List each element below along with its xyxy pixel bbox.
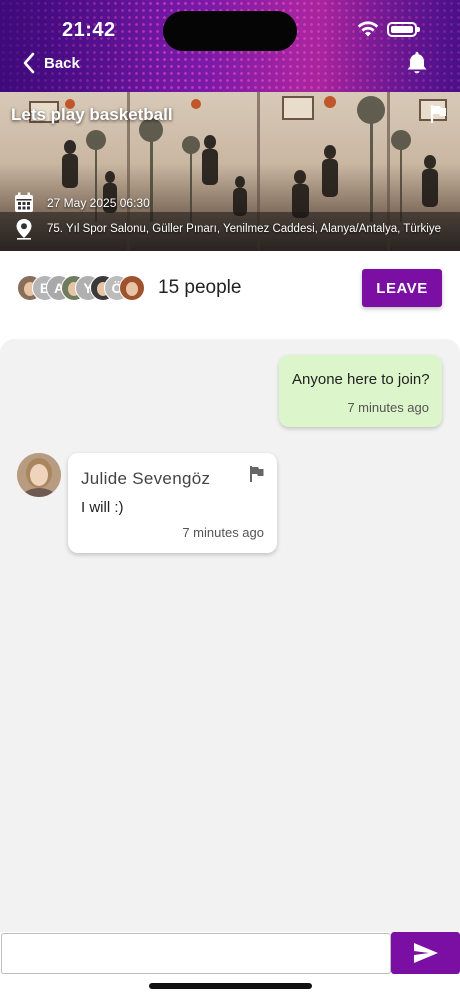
- bell-icon[interactable]: [405, 50, 429, 76]
- back-label: Back: [44, 54, 80, 72]
- leave-button[interactable]: LEAVE: [362, 269, 442, 307]
- message-text: Anyone here to join?: [292, 371, 430, 388]
- dynamic-island: [163, 11, 297, 51]
- event-location: 75. Yıl Spor Salonu, Güller Pınarı, Yeni…: [47, 223, 441, 235]
- battery-icon: [387, 22, 420, 37]
- report-flag-icon[interactable]: [249, 465, 265, 483]
- avatar-photo: [125, 282, 138, 296]
- message-input[interactable]: [1, 933, 391, 974]
- home-indicator: [149, 983, 312, 989]
- message-sender-name: Julide Sevengöz: [81, 469, 211, 488]
- participant-avatars[interactable]: EAYÖ: [17, 275, 149, 303]
- report-flag-icon[interactable]: [430, 104, 448, 124]
- send-icon: [413, 943, 438, 963]
- back-button[interactable]: Back: [22, 51, 80, 75]
- outgoing-message-bubble[interactable]: Anyone here to join? 7 minutes ago: [279, 355, 442, 427]
- status-time: 21:42: [62, 19, 116, 41]
- event-date: 27 May 2025 06:30: [47, 195, 150, 210]
- message-composer: [0, 932, 460, 995]
- sender-photo: [17, 453, 61, 497]
- message-text: I will :): [81, 499, 124, 516]
- message-timestamp: 7 minutes ago: [347, 400, 429, 415]
- participants-row: EAYÖ 15 people LEAVE: [0, 251, 460, 339]
- calendar-icon: [15, 192, 33, 212]
- message-timestamp: 7 minutes ago: [182, 525, 264, 540]
- participant-avatar[interactable]: [118, 275, 145, 301]
- chat-area[interactable]: Anyone here to join? 7 minutes ago Julid…: [0, 339, 460, 932]
- event-date-row: 27 May 2025 06:30: [14, 192, 150, 213]
- chevron-left-icon: [23, 52, 35, 74]
- send-button[interactable]: [391, 932, 460, 974]
- event-location-row[interactable]: 75. Yıl Spor Salonu, Güller Pınarı, Yeni…: [14, 218, 441, 240]
- participant-count[interactable]: 15 people: [158, 277, 241, 299]
- wifi-icon: [357, 21, 379, 37]
- top-app-bar: 21:42 Back: [0, 0, 460, 92]
- incoming-message-bubble[interactable]: Julide Sevengöz I will :) 7 minutes ago: [68, 453, 277, 553]
- event-title: Lets play basketball: [11, 105, 173, 124]
- sender-avatar[interactable]: [17, 453, 61, 497]
- location-pin-icon: [16, 219, 32, 240]
